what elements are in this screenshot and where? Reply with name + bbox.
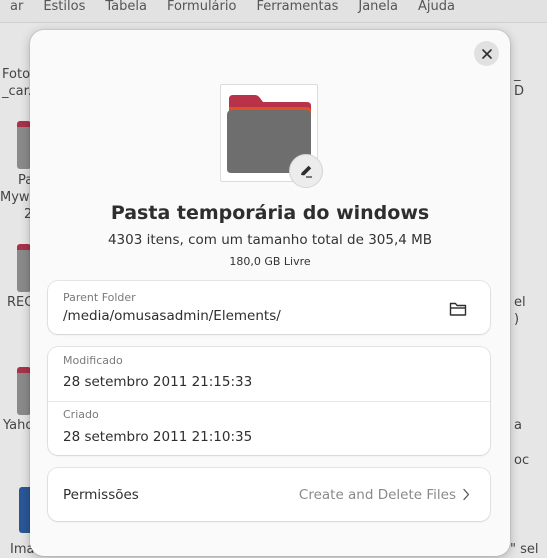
bg-file-thumb bbox=[17, 121, 31, 169]
folder-summary: 4303 itens, com um tamanho total de 305,… bbox=[107, 232, 433, 248]
modified-value: 28 setembro 2011 21:15:33 bbox=[63, 374, 253, 390]
chevron-right-icon bbox=[463, 488, 470, 501]
folder-open-icon bbox=[449, 302, 467, 316]
parent-folder-card: Parent Folder /media/omusasadmin/Element… bbox=[48, 281, 490, 334]
menu-item-ajuda[interactable]: Ajuda bbox=[408, 0, 465, 14]
close-icon bbox=[481, 48, 492, 59]
menubar: ar Estilos Tabela Formulário Ferramentas… bbox=[0, 0, 547, 23]
menu-item-ferramentas[interactable]: Ferramentas bbox=[246, 0, 348, 14]
bg-file-label: " sel bbox=[510, 542, 539, 557]
dates-card: Modificado 28 setembro 2011 21:15:33 Cri… bbox=[48, 347, 490, 455]
close-button[interactable] bbox=[474, 41, 499, 66]
bg-file-label: oc bbox=[514, 453, 530, 468]
menu-item[interactable]: ar bbox=[0, 0, 33, 14]
parent-folder-label: Parent Folder bbox=[63, 291, 136, 304]
created-label: Criado bbox=[63, 408, 99, 421]
bg-file-label: Yaho bbox=[3, 418, 34, 433]
modified-label: Modificado bbox=[63, 354, 123, 367]
permissions-row[interactable]: Permissões Create and Delete Files bbox=[48, 468, 490, 521]
bg-file-label: _car. bbox=[2, 84, 32, 99]
bg-file-label: Myw bbox=[0, 190, 30, 205]
pencil-icon bbox=[301, 165, 312, 178]
bg-file-label: ) bbox=[514, 312, 520, 327]
created-value: 28 setembro 2011 21:10:35 bbox=[63, 429, 253, 445]
divider bbox=[48, 401, 490, 402]
properties-dialog: Pasta temporária do windows 4303 itens, … bbox=[30, 30, 510, 556]
folder-name: Pasta temporária do windows bbox=[110, 202, 430, 224]
menu-item-formulario[interactable]: Formulário bbox=[157, 0, 246, 14]
permissions-value: Create and Delete Files bbox=[298, 487, 456, 503]
menu-item-janela[interactable]: Janela bbox=[348, 0, 408, 14]
menu-item-estilos[interactable]: Estilos bbox=[33, 0, 95, 14]
bg-file-label: _ bbox=[514, 67, 521, 82]
bg-file-label: a bbox=[514, 418, 522, 433]
menu-item-tabela[interactable]: Tabela bbox=[95, 0, 157, 14]
open-parent-folder-button[interactable] bbox=[444, 295, 472, 323]
bg-file-label: D bbox=[514, 84, 525, 99]
bg-file-label: el bbox=[514, 295, 526, 310]
free-space: 180,0 GB Livre bbox=[229, 255, 311, 268]
permissions-label: Permissões bbox=[63, 487, 139, 503]
bg-file-thumb bbox=[17, 367, 31, 415]
edit-icon-button[interactable] bbox=[289, 154, 323, 188]
bg-file-thumb bbox=[17, 244, 31, 292]
bg-file-label: Foto bbox=[2, 67, 31, 82]
parent-folder-path: /media/omusasadmin/Elements/ bbox=[63, 308, 281, 324]
